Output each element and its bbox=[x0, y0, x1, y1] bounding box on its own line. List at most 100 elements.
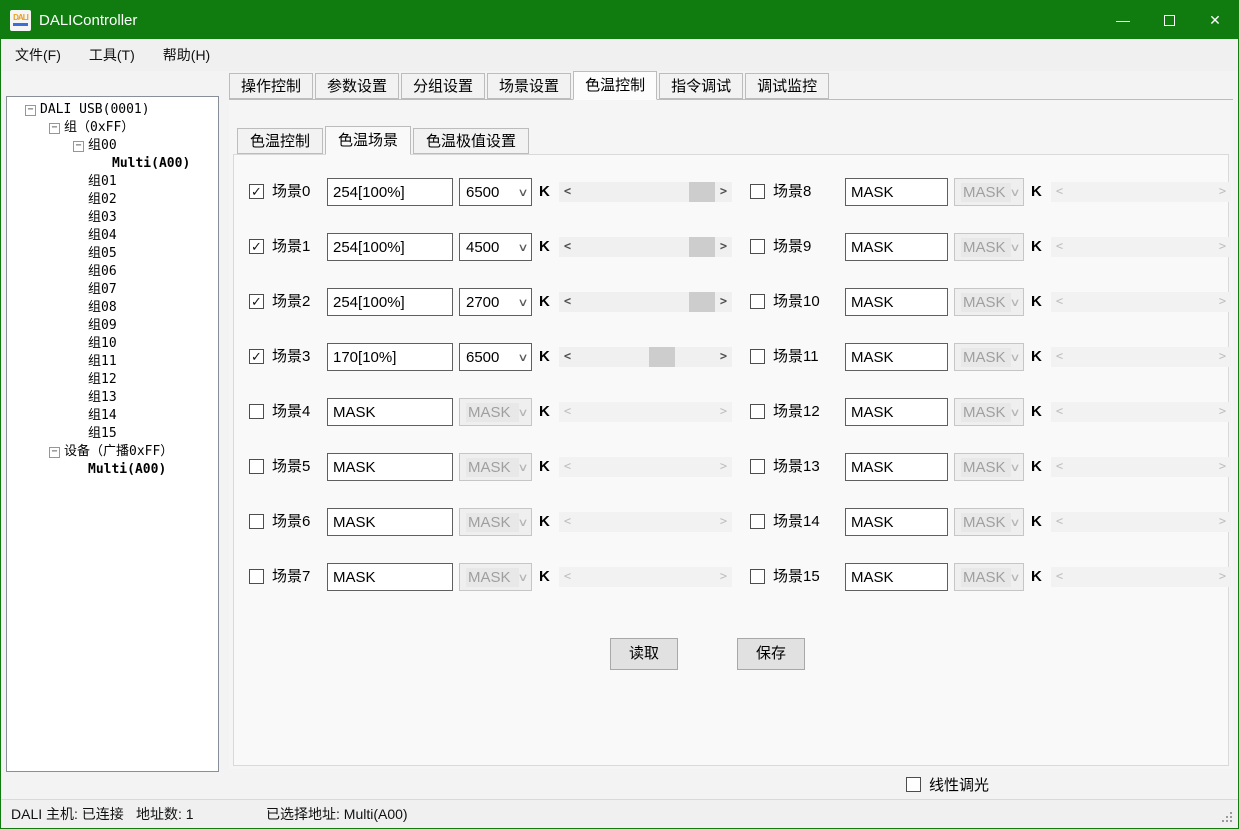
scrollbar-track[interactable] bbox=[1068, 567, 1214, 587]
tree-item[interactable]: 组06 bbox=[7, 263, 218, 281]
cct-combo[interactable]: 2700 ∨ bbox=[459, 288, 532, 316]
scroll-left-icon[interactable]: < bbox=[1051, 182, 1068, 202]
tree-item[interactable]: − 设备（广播0xFF） bbox=[7, 443, 218, 461]
tree-item[interactable]: 组09 bbox=[7, 317, 218, 335]
tree-item[interactable]: − 组00 bbox=[7, 137, 218, 155]
scroll-left-icon[interactable]: < bbox=[1051, 292, 1068, 312]
scene-checkbox[interactable] bbox=[750, 239, 765, 254]
cct-combo[interactable]: MASK ∨ bbox=[954, 508, 1024, 536]
scene-checkbox[interactable]: ✓ bbox=[249, 184, 264, 199]
cct-scrollbar[interactable]: < > bbox=[559, 237, 732, 257]
scroll-left-icon[interactable]: < bbox=[559, 457, 576, 477]
menu-help[interactable]: 帮助(H) bbox=[149, 39, 224, 70]
cct-scrollbar[interactable]: < > bbox=[559, 347, 732, 367]
tab-parameter-settings[interactable]: 参数设置 bbox=[315, 73, 399, 99]
tab-command-debug[interactable]: 指令调试 bbox=[659, 73, 743, 99]
scroll-right-icon[interactable]: > bbox=[715, 292, 732, 312]
scroll-right-icon[interactable]: > bbox=[1214, 402, 1231, 422]
tree-item[interactable]: Multi(A00) bbox=[7, 461, 218, 479]
scrollbar-track[interactable] bbox=[576, 402, 715, 422]
scene-checkbox[interactable] bbox=[249, 569, 264, 584]
scrollbar-thumb[interactable] bbox=[689, 182, 715, 202]
scene-checkbox[interactable] bbox=[249, 459, 264, 474]
cct-combo[interactable]: MASK ∨ bbox=[954, 453, 1024, 481]
scrollbar-track[interactable] bbox=[576, 567, 715, 587]
tree-item[interactable]: 组01 bbox=[7, 173, 218, 191]
tree-expander-icon[interactable]: − bbox=[25, 105, 36, 116]
cct-combo[interactable]: MASK ∨ bbox=[459, 508, 532, 536]
subtab-color-temp-control[interactable]: 色温控制 bbox=[237, 128, 323, 154]
tab-group-settings[interactable]: 分组设置 bbox=[401, 73, 485, 99]
scrollbar-track[interactable] bbox=[1068, 347, 1214, 367]
scene-level-input[interactable] bbox=[845, 563, 948, 591]
scroll-right-icon[interactable]: > bbox=[1214, 292, 1231, 312]
scroll-left-icon[interactable]: < bbox=[559, 512, 576, 532]
cct-combo[interactable]: MASK ∨ bbox=[459, 398, 532, 426]
scene-checkbox[interactable] bbox=[750, 569, 765, 584]
cct-scrollbar[interactable]: < > bbox=[1051, 182, 1231, 202]
cct-scrollbar[interactable]: < > bbox=[559, 457, 732, 477]
scene-level-input[interactable] bbox=[845, 343, 948, 371]
tree-item[interactable]: 组13 bbox=[7, 389, 218, 407]
scrollbar-track[interactable] bbox=[1068, 512, 1214, 532]
scene-level-input[interactable] bbox=[327, 233, 453, 261]
cct-scrollbar[interactable]: < > bbox=[559, 182, 732, 202]
scroll-left-icon[interactable]: < bbox=[1051, 512, 1068, 532]
minimize-button[interactable]: — bbox=[1100, 1, 1146, 39]
scene-level-input[interactable] bbox=[845, 233, 948, 261]
scene-level-input[interactable] bbox=[845, 508, 948, 536]
scene-level-input[interactable] bbox=[845, 178, 948, 206]
cct-combo[interactable]: MASK ∨ bbox=[954, 343, 1024, 371]
scene-level-input[interactable] bbox=[845, 288, 948, 316]
scroll-left-icon[interactable]: < bbox=[1051, 347, 1068, 367]
scroll-left-icon[interactable]: < bbox=[1051, 567, 1068, 587]
scrollbar-track[interactable] bbox=[576, 292, 715, 312]
tab-scene-settings[interactable]: 场景设置 bbox=[487, 73, 571, 99]
cct-combo[interactable]: 6500 ∨ bbox=[459, 178, 532, 206]
cct-combo[interactable]: MASK ∨ bbox=[954, 178, 1024, 206]
scrollbar-track[interactable] bbox=[576, 347, 715, 367]
scrollbar-track[interactable] bbox=[1068, 237, 1214, 257]
cct-scrollbar[interactable]: < > bbox=[559, 402, 732, 422]
scrollbar-track[interactable] bbox=[576, 237, 715, 257]
scrollbar-track[interactable] bbox=[1068, 292, 1214, 312]
scrollbar-track[interactable] bbox=[1068, 182, 1214, 202]
subtab-color-temp-scene[interactable]: 色温场景 bbox=[325, 126, 411, 155]
scrollbar-thumb[interactable] bbox=[649, 347, 675, 367]
scene-level-input[interactable] bbox=[327, 288, 453, 316]
tree-item[interactable]: 组15 bbox=[7, 425, 218, 443]
tree-expander-icon[interactable]: − bbox=[49, 123, 60, 134]
scrollbar-track[interactable] bbox=[1068, 402, 1214, 422]
scene-checkbox[interactable] bbox=[750, 349, 765, 364]
menu-tools[interactable]: 工具(T) bbox=[75, 39, 149, 70]
scroll-right-icon[interactable]: > bbox=[715, 347, 732, 367]
tree-item[interactable]: − DALI USB(0001) bbox=[7, 101, 218, 119]
scroll-left-icon[interactable]: < bbox=[559, 567, 576, 587]
scroll-right-icon[interactable]: > bbox=[1214, 567, 1231, 587]
scene-level-input[interactable] bbox=[845, 453, 948, 481]
scroll-right-icon[interactable]: > bbox=[715, 567, 732, 587]
tree-expander-icon[interactable]: − bbox=[49, 447, 60, 458]
scroll-right-icon[interactable]: > bbox=[1214, 237, 1231, 257]
cct-combo[interactable]: MASK ∨ bbox=[954, 288, 1024, 316]
scene-checkbox[interactable] bbox=[750, 404, 765, 419]
resize-grip-icon[interactable] bbox=[1222, 812, 1234, 824]
scroll-left-icon[interactable]: < bbox=[559, 182, 576, 202]
scroll-right-icon[interactable]: > bbox=[1214, 347, 1231, 367]
scene-checkbox[interactable] bbox=[750, 459, 765, 474]
scene-level-input[interactable] bbox=[327, 563, 453, 591]
scroll-right-icon[interactable]: > bbox=[715, 512, 732, 532]
scrollbar-thumb[interactable] bbox=[689, 292, 715, 312]
scene-level-input[interactable] bbox=[327, 343, 453, 371]
read-button[interactable]: 读取 bbox=[610, 638, 678, 670]
scene-level-input[interactable] bbox=[327, 453, 453, 481]
scroll-right-icon[interactable]: > bbox=[715, 402, 732, 422]
tree-item[interactable]: 组05 bbox=[7, 245, 218, 263]
cct-combo[interactable]: MASK ∨ bbox=[954, 398, 1024, 426]
scene-level-input[interactable] bbox=[327, 178, 453, 206]
scrollbar-track[interactable] bbox=[576, 512, 715, 532]
scroll-left-icon[interactable]: < bbox=[1051, 457, 1068, 477]
scroll-right-icon[interactable]: > bbox=[715, 237, 732, 257]
scene-checkbox[interactable] bbox=[249, 404, 264, 419]
cct-combo[interactable]: MASK ∨ bbox=[954, 563, 1024, 591]
